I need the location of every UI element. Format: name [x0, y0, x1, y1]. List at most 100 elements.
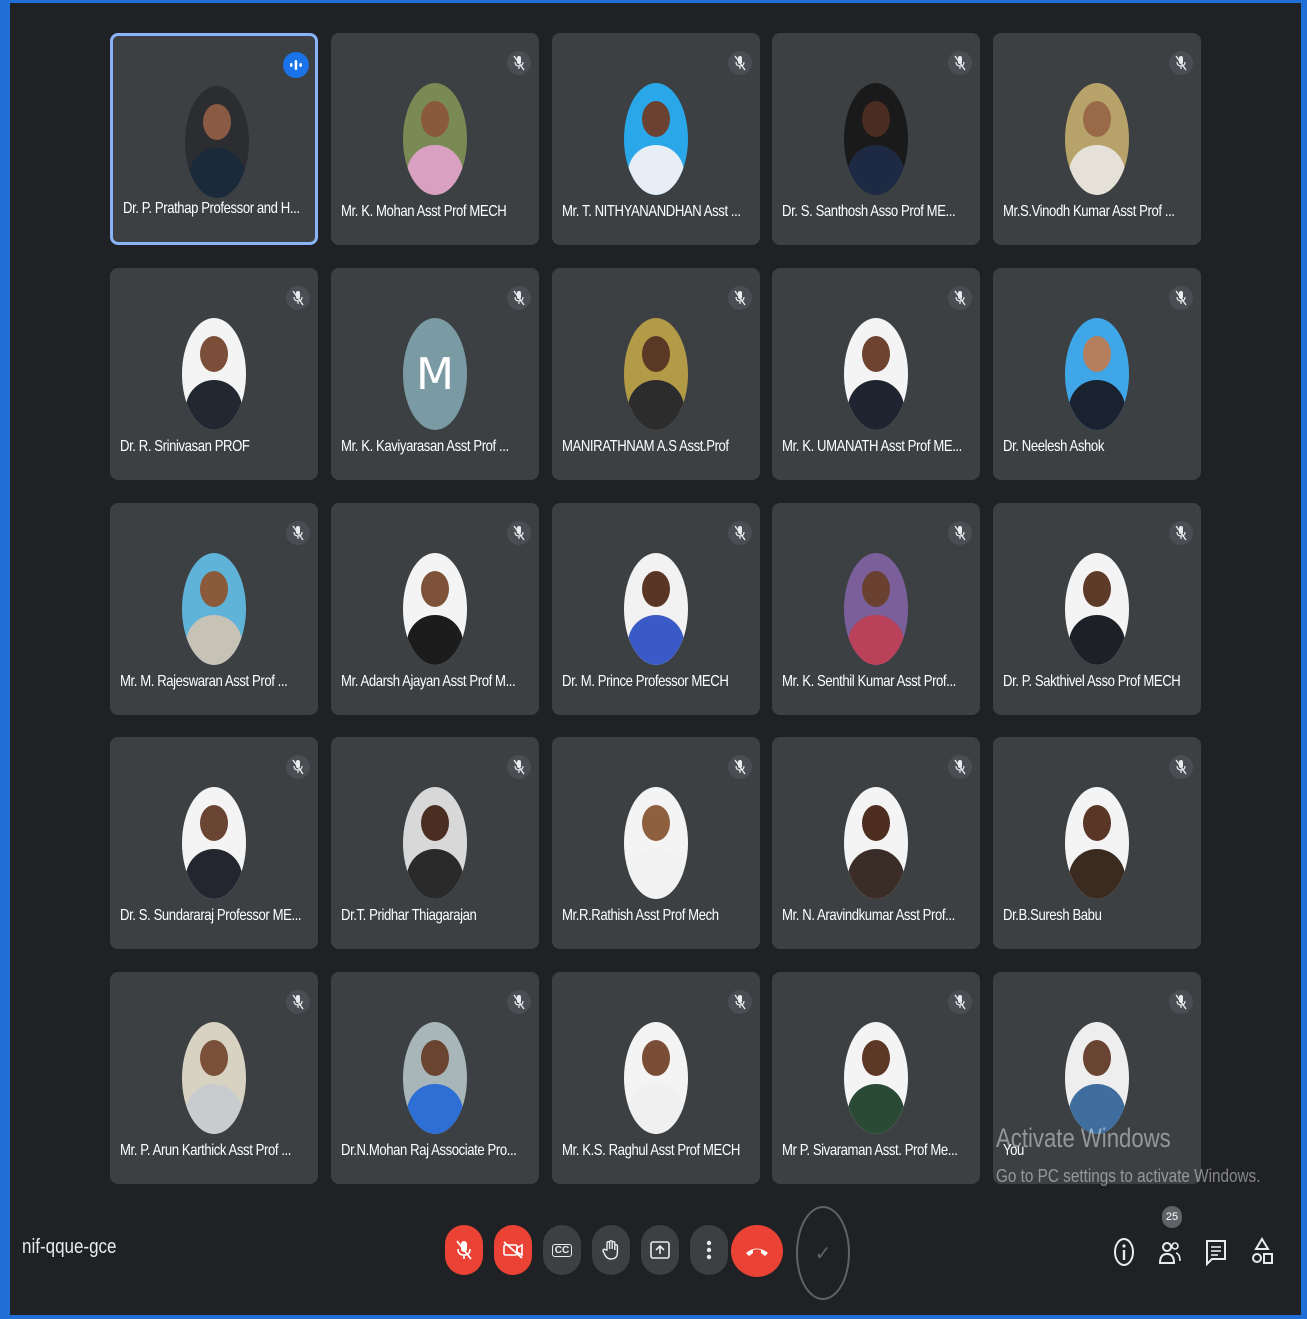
avatar-head	[200, 336, 228, 372]
people-button[interactable]	[1156, 1232, 1184, 1272]
participant-tile[interactable]: Dr. P. Sakthivel Asso Prof MECH	[993, 503, 1201, 715]
activate-windows-title: Activate Windows	[996, 1123, 1171, 1153]
participant-name: Mr. M. Rajeswaran Asst Prof ...	[120, 673, 288, 690]
participant-tile[interactable]: Mr. K. Mohan Asst Prof MECH	[331, 33, 539, 245]
participant-tile[interactable]: Mr.R.Rathish Asst Prof Mech	[552, 737, 760, 949]
chat-button[interactable]	[1202, 1232, 1230, 1272]
camera-toggle-button[interactable]	[494, 1225, 532, 1275]
participant-tile[interactable]: Dr. Neelesh Ashok	[993, 268, 1201, 480]
participant-tile[interactable]: Dr. M. Prince Professor MECH	[552, 503, 760, 715]
avatar-head	[421, 1040, 449, 1076]
avatar-body	[186, 849, 242, 899]
participant-tile[interactable]: Dr. P. Prathap Professor and H...	[110, 33, 318, 245]
participant-tile[interactable]: Mr. P. Arun Karthick Asst Prof ...	[110, 972, 318, 1184]
participant-name: Dr.N.Mohan Raj Associate Pro...	[341, 1142, 517, 1159]
participant-tile[interactable]: Mr. T. NITHYANANDHAN Asst ...	[552, 33, 760, 245]
participant-tile[interactable]: Dr.T. Pridhar Thiagarajan	[331, 737, 539, 949]
avatar-head	[421, 805, 449, 841]
participant-tile[interactable]: Mr. K.S. Raghul Asst Prof MECH	[552, 972, 760, 1184]
speaking-indicator	[283, 52, 309, 78]
avatar	[182, 318, 246, 430]
mic-off-icon	[1175, 759, 1187, 775]
mic-off-icon	[734, 290, 746, 306]
present-icon	[650, 1241, 670, 1259]
participant-tile[interactable]: Dr. R. Srinivasan PROF	[110, 268, 318, 480]
mic-off-icon	[734, 525, 746, 541]
mic-off-icon	[734, 759, 746, 775]
avatar-body	[1069, 615, 1125, 665]
avatar-body	[1069, 849, 1125, 899]
avatar	[403, 83, 467, 195]
participant-tile[interactable]: Mr. Adarsh Ajayan Asst Prof M...	[331, 503, 539, 715]
participant-tile[interactable]: Mr. M. Rajeswaran Asst Prof ...	[110, 503, 318, 715]
participant-tile[interactable]: Dr. S. Sundararaj Professor ME...	[110, 737, 318, 949]
more-options-button[interactable]	[690, 1225, 728, 1275]
avatar	[1065, 1022, 1129, 1134]
avatar-head	[1083, 1040, 1111, 1076]
participant-name: Dr. M. Prince Professor MECH	[562, 673, 729, 690]
muted-indicator	[948, 755, 972, 779]
avatar-head	[862, 336, 890, 372]
muted-indicator	[507, 755, 531, 779]
raise-hand-icon	[602, 1240, 619, 1260]
participant-tile[interactable]: MANIRATHNAM A.S Asst.Prof	[552, 268, 760, 480]
avatar	[844, 83, 908, 195]
avatar	[624, 787, 688, 899]
avatar-body	[407, 1084, 463, 1134]
activities-button[interactable]	[1248, 1232, 1276, 1272]
avatar-head	[421, 101, 449, 137]
avatar-body	[628, 1084, 684, 1134]
present-screen-button[interactable]	[641, 1225, 679, 1275]
mic-off-icon	[954, 994, 966, 1010]
avatar-head	[642, 1040, 670, 1076]
participant-tile[interactable]: Dr. S. Santhosh Asso Prof ME...	[772, 33, 980, 245]
muted-indicator	[1169, 990, 1193, 1014]
info-icon	[1114, 1238, 1134, 1266]
participant-name: Mr. K.S. Raghul Asst Prof MECH	[562, 1142, 741, 1159]
mic-off-icon	[954, 55, 966, 71]
participant-tile[interactable]: M Mr. K. Kaviyarasan Asst Prof ...	[331, 268, 539, 480]
mic-off-icon	[292, 290, 304, 306]
avatar	[624, 318, 688, 430]
muted-indicator	[286, 286, 310, 310]
participant-tile[interactable]: Mr. K. Senthil Kumar Asst Prof...	[772, 503, 980, 715]
avatar-head	[862, 1040, 890, 1076]
avatar-body	[628, 849, 684, 899]
avatar	[844, 1022, 908, 1134]
avatar	[1065, 553, 1129, 665]
avatar-head	[1083, 336, 1111, 372]
participant-tile[interactable]: Dr.B.Suresh Babu	[993, 737, 1201, 949]
avatar-head	[1083, 571, 1111, 607]
participant-tile[interactable]: Mr. N. Aravindkumar Asst Prof...	[772, 737, 980, 949]
muted-indicator	[286, 990, 310, 1014]
mic-off-icon	[954, 290, 966, 306]
avatar	[182, 1022, 246, 1134]
muted-indicator	[728, 286, 752, 310]
avatar-body	[186, 615, 242, 665]
participant-tile[interactable]: Mr P. Sivaraman Asst. Prof Me...	[772, 972, 980, 1184]
activities-icon	[1252, 1237, 1273, 1264]
avatar-head	[642, 336, 670, 372]
end-call-button[interactable]	[731, 1225, 783, 1277]
avatar-head	[862, 571, 890, 607]
participant-name: Mr. Adarsh Ajayan Asst Prof M...	[341, 673, 516, 690]
captions-button[interactable]: CC	[543, 1225, 581, 1275]
audio-level-icon	[290, 60, 302, 70]
participant-tile[interactable]: Mr. K. UMANATH Asst Prof ME...	[772, 268, 980, 480]
avatar-head	[1083, 101, 1111, 137]
mic-toggle-button[interactable]	[445, 1225, 483, 1275]
avatar-body	[848, 849, 904, 899]
avatar-body	[848, 615, 904, 665]
participant-tile[interactable]: Mr.S.Vinodh Kumar Asst Prof ...	[993, 33, 1201, 245]
meeting-details-button[interactable]	[1110, 1232, 1138, 1272]
people-icon	[1158, 1242, 1181, 1264]
avatar-head	[200, 1040, 228, 1076]
participant-name: Mr.S.Vinodh Kumar Asst Prof ...	[1003, 203, 1175, 220]
participant-tile[interactable]: Dr.N.Mohan Raj Associate Pro...	[331, 972, 539, 1184]
reactions-ring[interactable]: ✓	[796, 1206, 850, 1300]
mic-off-icon	[1175, 525, 1187, 541]
participant-name: Mr. K. Kaviyarasan Asst Prof ...	[341, 438, 509, 455]
mic-off-icon	[1175, 55, 1187, 71]
raise-hand-button[interactable]	[592, 1225, 630, 1275]
avatar	[1065, 787, 1129, 899]
